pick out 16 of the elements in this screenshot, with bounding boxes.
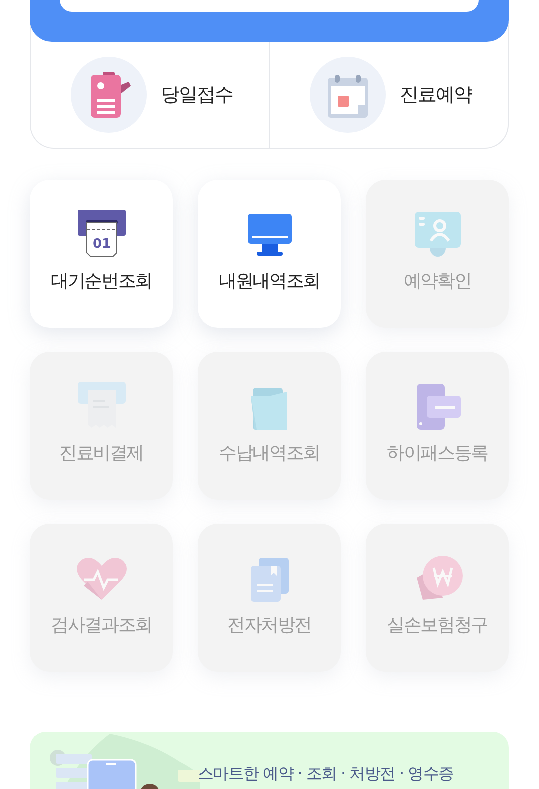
person-screen-icon: [414, 212, 460, 258]
documents-icon: [248, 558, 290, 602]
banner-title: 스마트한 예약 · 조회 · 처방전 · 영수증: [198, 763, 454, 785]
menu-tile[interactable]: 내원내역조회: [198, 180, 341, 328]
monitor-icon: [248, 214, 292, 258]
calendar-icon: [325, 72, 371, 118]
quick-action-button[interactable]: 당일접수: [31, 42, 269, 148]
heart-icon: [76, 556, 128, 602]
quick-action-button[interactable]: 진료예약: [269, 42, 508, 148]
receipt-icon: [78, 382, 126, 430]
input-field[interactable]: [60, 0, 479, 12]
document-icon: [250, 388, 288, 430]
card-icon: [414, 384, 460, 430]
promo-banner[interactable]: 스마트한 예약 · 조회 · 처방전 · 영수증: [30, 732, 509, 789]
ticket-number: 01: [92, 237, 111, 252]
menu-tile[interactable]: 01 대기순번조회: [30, 180, 173, 328]
